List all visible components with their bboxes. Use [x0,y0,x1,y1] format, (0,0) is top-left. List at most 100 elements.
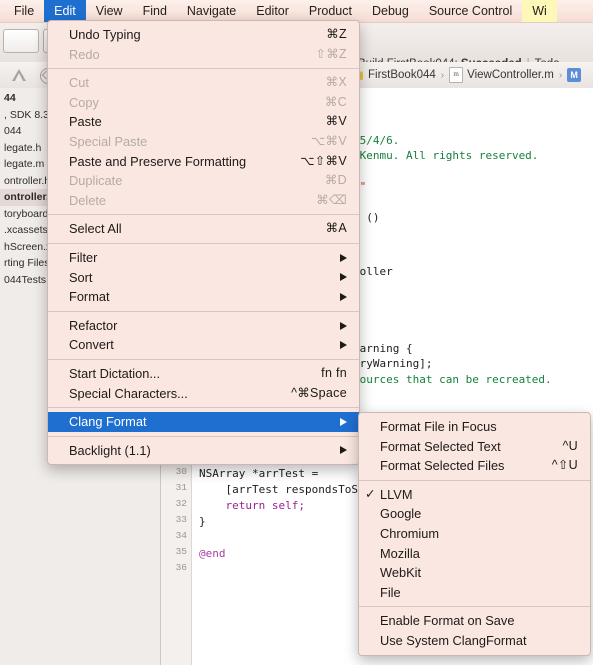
edit-menu-item-copy[interactable]: Copy ⌘C [48,93,359,113]
edit-menu-item-undo-typing[interactable]: Undo Typing ⌘Z [48,25,359,45]
edit-menu-item-redo[interactable]: Redo ⇧⌘Z [48,45,359,65]
edit-menu-item-refactor[interactable]: Refactor [48,316,359,336]
code-token: Warning { [353,342,413,355]
edit-menu-item-select-all[interactable]: Select All ⌘A [48,219,359,239]
clang-menu-item-chromium[interactable]: Chromium [359,524,590,544]
clang-menu-item-webkit[interactable]: WebKit [359,563,590,583]
menubar-item-view[interactable]: View [86,0,133,22]
menubar-item-product[interactable]: Product [299,0,362,22]
menu-separator [48,242,359,244]
code-token: sources that can be recreated. [353,373,552,386]
menubar-item-navigate[interactable]: Navigate [177,0,246,22]
line-number: 33 [175,514,187,525]
clang-menu-item-label: Format File in Focus [380,419,497,434]
menu-separator [359,479,590,481]
breadcrumb: FirstBook044 › m ViewController.m › M [352,66,582,84]
code-line: Kenmu. All rights reserved. [353,148,539,164]
edit-menu-item-paste[interactable]: Paste ⌘V [48,112,359,132]
menubar-item-file[interactable]: File [0,0,44,22]
menu-separator [48,68,359,70]
menubar-item-editor[interactable]: Editor [246,0,299,22]
edit-menu-item-shortcut: ⇧⌘Z [315,46,347,61]
clang-menu-item-google[interactable]: Google [359,504,590,524]
edit-menu-item-special-paste[interactable]: Special Paste ⌥⌘V [48,132,359,152]
breadcrumb-file[interactable]: ViewController.m [467,69,554,81]
clang-menu-item-llvm[interactable]: ✓ LLVM [359,485,590,505]
menubar-item-wi[interactable]: Wi [522,0,557,22]
menu-separator [359,606,590,608]
edit-menu-item-label: Redo [69,46,100,62]
clang-menu-item-format-file-in-focus[interactable]: Format File in Focus [359,417,590,437]
edit-menu-item-format[interactable]: Format [48,287,359,307]
code-line: oryWarning]; [353,356,432,372]
breadcrumb-project[interactable]: FirstBook044 [368,69,436,81]
code-token: oryWarning]; [353,357,433,370]
code-line: sources that can be recreated. [353,372,552,388]
edit-menu-item-sort[interactable]: Sort [48,268,359,288]
symbol-badge-icon[interactable]: M [567,68,582,82]
edit-menu-item-label: Copy [69,94,99,110]
edit-menu-item-shortcut: ⌘C [324,94,347,109]
clang-menu-item-label: Google [380,506,422,522]
edit-menu-item-delete[interactable]: Delete ⌘⌫ [48,191,359,211]
edit-menu-item-start-dictation[interactable]: Start Dictation... fn fn [48,364,359,384]
edit-menu-item-label: Refactor [69,317,118,333]
edit-menu-item-filter[interactable]: Filter [48,248,359,268]
edit-menu-item-label: Convert [69,337,114,353]
menu-separator [48,407,359,409]
breadcrumb-chevron-2: › [558,69,563,81]
edit-menu-item-duplicate[interactable]: Duplicate ⌘D [48,171,359,191]
clang-menu-item-enable-format-on-save[interactable]: Enable Format on Save [359,611,590,631]
submenu-arrow-icon [340,417,347,426]
menubar-item-edit[interactable]: Edit [44,0,86,22]
edit-menu-item-label: Sort [69,269,93,285]
edit-menu-item-label: Special Paste [69,133,148,149]
edit-menu-item-cut[interactable]: Cut ⌘X [48,73,359,93]
clang-menu-item-format-selected-text[interactable]: Format Selected Text ^U [359,437,590,457]
menubar-item-debug[interactable]: Debug [362,0,419,22]
menu-separator [48,435,359,437]
clang-menu-item-label: File [380,584,401,600]
clang-menu-item-label: Enable Format on Save [380,613,515,629]
breadcrumb-chevron-1: › [440,69,445,81]
menu-separator [48,310,359,312]
clang-menu-item-label: Mozilla [380,545,420,561]
submenu-arrow-icon [340,446,347,455]
submenu-arrow-icon [340,321,347,330]
warning-triangle-icon[interactable] [12,69,26,81]
edit-menu-items: Undo Typing ⌘Z Redo ⇧⌘Z Cut ⌘X Copy ⌘C Paste ⌘V Sp… [48,21,359,464]
menu-separator [48,358,359,360]
clang-menu-item-mozilla[interactable]: Mozilla [359,544,590,564]
clang-menu-item-shortcut: ^⇧U [551,458,578,473]
clang-menu-item-format-selected-files[interactable]: Format Selected Files ^⇧U [359,456,590,476]
code-line: NSArray *arrTest = [199,467,319,480]
clang-menu-item-label: Chromium [380,525,440,541]
menu-separator [48,214,359,216]
screen: |Build FirstBook044: Succeeded|Toda Firs… [0,0,593,665]
clang-menu-item-file[interactable]: File [359,583,590,603]
edit-menu-item-shortcut: fn fn [321,365,347,380]
edit-menu-item-paste-and-preserve-formatting[interactable]: Paste and Preserve Formatting ⌥⇧⌘V [48,152,359,172]
menubar-item-source-control[interactable]: Source Control [419,0,522,22]
edit-menu-item-backlight-1-1[interactable]: Backlight (1.1) [48,441,359,461]
submenu-arrow-icon [340,341,347,350]
edit-menu-item-special-characters[interactable]: Special Characters... ^⌘Space [48,384,359,404]
menubar-item-find[interactable]: Find [133,0,177,22]
edit-menu-item-shortcut: ^⌘Space [291,385,347,400]
edit-menu-item-shortcut: ⌥⇧⌘V [300,153,347,168]
line-number: 36 [175,562,187,573]
clang-menu-item-label: LLVM [380,486,413,502]
edit-menu-item-shortcut: ⌘⌫ [316,192,347,207]
checkmark-icon: ✓ [365,486,376,501]
edit-menu-item-shortcut: ⌘V [325,114,347,129]
edit-menu[interactable]: Undo Typing ⌘Z Redo ⇧⌘Z Cut ⌘X Copy ⌘C Paste ⌘V Sp… [47,20,360,466]
toolbar-button-left[interactable] [3,29,39,53]
line-number: 31 [175,482,187,493]
edit-menu-item-clang-format[interactable]: Clang Format [48,412,359,432]
clang-format-submenu[interactable]: Format File in Focus Format Selected Text… [358,412,591,656]
edit-menu-item-shortcut: ⌥⌘V [310,133,347,148]
clang-menu-item-use-system-clangformat[interactable]: Use System ClangFormat [359,631,590,651]
edit-menu-item-label: Undo Typing [69,27,141,42]
edit-menu-item-convert[interactable]: Convert [48,335,359,355]
edit-menu-item-label: Paste [69,114,102,130]
